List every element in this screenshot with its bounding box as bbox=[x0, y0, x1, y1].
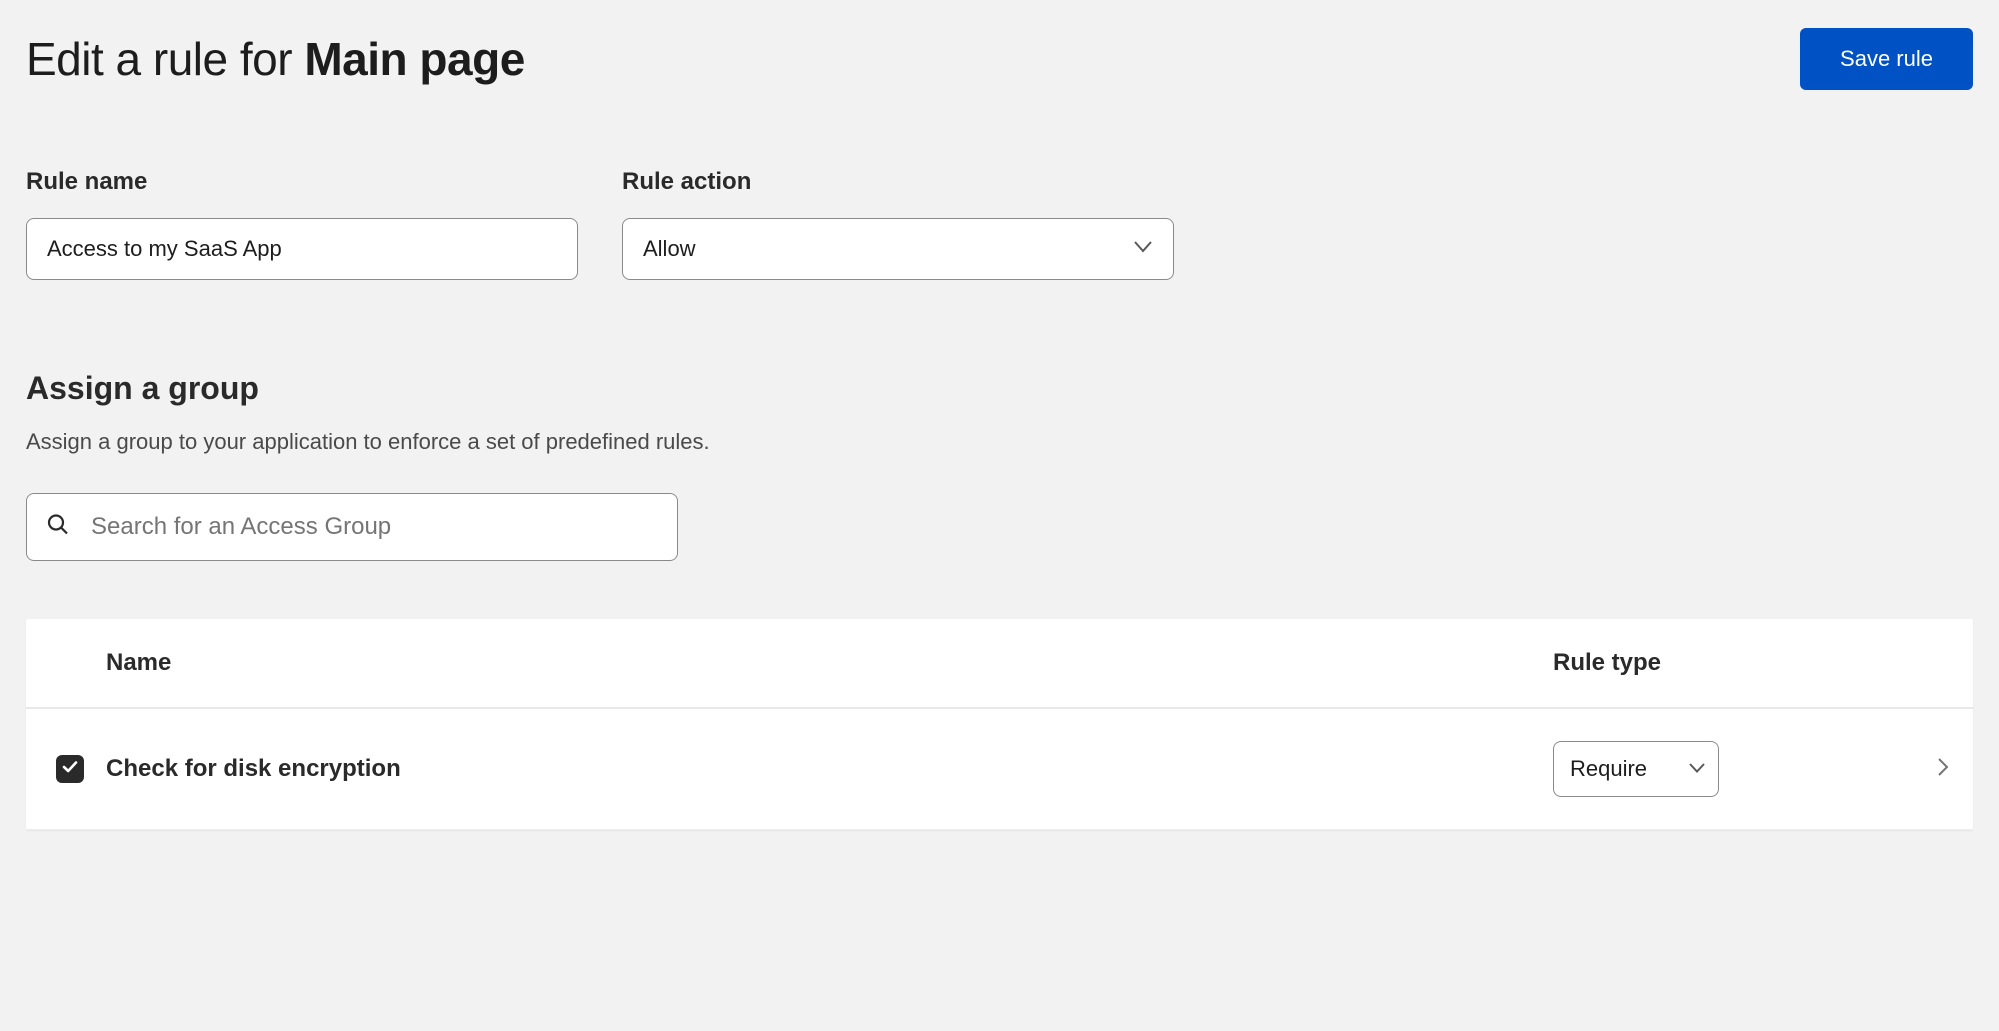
chevron-right-icon[interactable] bbox=[1937, 757, 1949, 782]
access-group-table: Name Rule type Check for disk encryption… bbox=[26, 619, 1973, 830]
row-checkbox[interactable] bbox=[56, 755, 84, 783]
table-row: Check for disk encryption Require bbox=[26, 709, 1973, 830]
check-icon bbox=[61, 758, 79, 781]
access-group-search-input[interactable] bbox=[26, 493, 678, 561]
rule-name-label: Rule name bbox=[26, 168, 578, 196]
row-name: Check for disk encryption bbox=[106, 755, 401, 782]
column-header-name: Name bbox=[106, 649, 1553, 677]
table-header: Name Rule type bbox=[26, 619, 1973, 709]
rule-name-field-group: Rule name bbox=[26, 168, 578, 280]
rule-name-input[interactable] bbox=[26, 218, 578, 280]
page-title: Edit a rule for Main page bbox=[26, 32, 525, 86]
save-rule-button[interactable]: Save rule bbox=[1800, 28, 1973, 90]
page-title-bold: Main page bbox=[304, 33, 524, 85]
assign-group-description: Assign a group to your application to en… bbox=[26, 429, 1973, 455]
page-title-prefix: Edit a rule for bbox=[26, 33, 304, 85]
search-icon bbox=[46, 513, 70, 542]
rule-type-select[interactable]: Require bbox=[1553, 741, 1719, 797]
column-header-rule-type: Rule type bbox=[1553, 649, 1913, 677]
rule-action-field-group: Rule action Allow bbox=[622, 168, 1174, 280]
rule-action-label: Rule action bbox=[622, 168, 1174, 196]
rule-action-select[interactable]: Allow bbox=[622, 218, 1174, 280]
rule-type-value: Require bbox=[1570, 756, 1647, 782]
assign-group-heading: Assign a group bbox=[26, 370, 1973, 407]
rule-action-value: Allow bbox=[643, 236, 696, 262]
